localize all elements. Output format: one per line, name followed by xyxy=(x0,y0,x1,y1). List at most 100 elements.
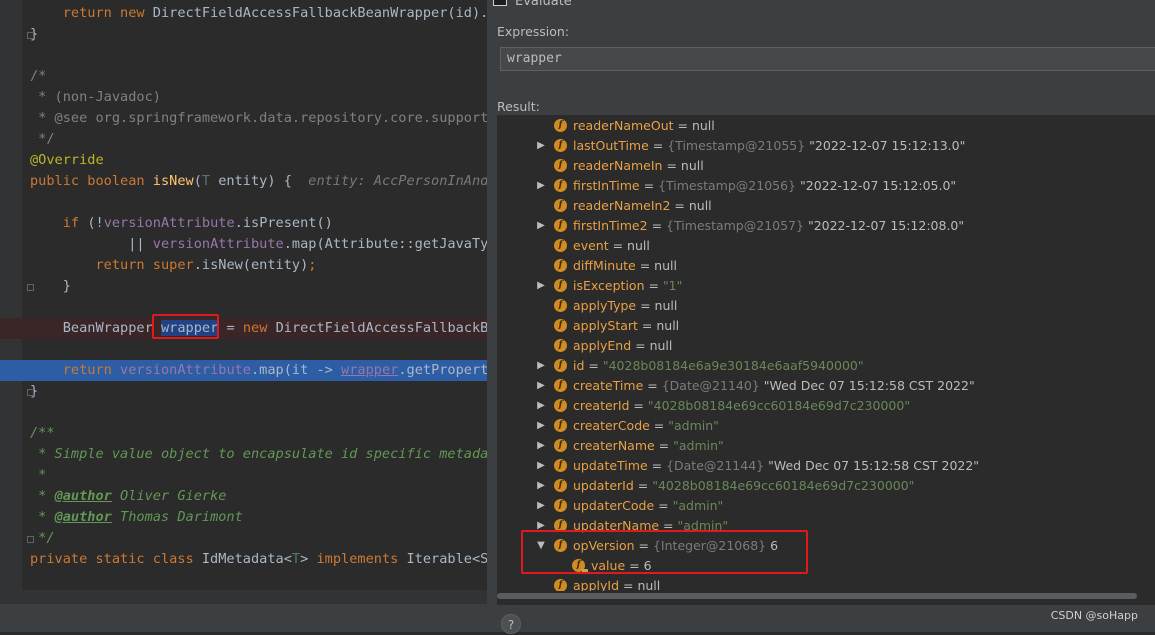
code-editor[interactable]: return new DirectFieldAccessFallbackBean… xyxy=(0,0,487,632)
field-value: "2022-12-07 15:12:13.0" xyxy=(809,138,966,153)
field-icon: f xyxy=(554,279,567,292)
dialog-title: Evaluate xyxy=(515,0,572,9)
tree-row-text: applyType = null xyxy=(573,296,677,316)
tree-row-updateTime[interactable]: ▶ f updateTime = {Date@21144} "Wed Dec 07 … xyxy=(497,456,1155,476)
tree-row-createrCode[interactable]: ▶ f createrCode = "admin" xyxy=(497,416,1155,436)
tree-row-diffMinute[interactable]: f diffMinute = null xyxy=(497,256,1155,276)
code-line[interactable] xyxy=(0,339,487,360)
code-line[interactable]: /** xyxy=(0,423,487,444)
field-icon: f xyxy=(554,139,567,152)
field-name: createrCode xyxy=(573,418,650,433)
code-line[interactable]: * @author Thomas Darimont xyxy=(0,507,487,528)
code-line[interactable]: * @see org.springframework.data.reposito… xyxy=(0,108,487,129)
help-button[interactable]: ? xyxy=(501,614,521,634)
code-token: .getProperty xyxy=(398,362,487,378)
expand-arrow-icon[interactable]: ▶ xyxy=(535,456,547,476)
tree-row-text: firstInTime = {Timestamp@21056} "2022-12… xyxy=(573,176,956,196)
code-line[interactable]: || versionAttribute.map(Attribute::getJa… xyxy=(0,234,487,255)
equals-sign: = xyxy=(584,358,603,373)
code-line[interactable] xyxy=(0,45,487,66)
code-token: ; xyxy=(308,257,317,273)
expand-arrow-icon[interactable]: ▶ xyxy=(535,416,547,436)
field-value: "admin" xyxy=(672,498,724,513)
tree-row-createTime[interactable]: ▶ f createTime = {Date@21140} "Wed Dec 07 … xyxy=(497,376,1155,396)
tree-row-updaterCode[interactable]: ▶ f updaterCode = "admin" xyxy=(497,496,1155,516)
code-line[interactable]: */ xyxy=(0,528,487,549)
field-name: createTime xyxy=(573,378,644,393)
field-icon: f xyxy=(554,259,567,272)
code-token[interactable]: wrapper xyxy=(341,362,398,378)
fold-marker-icon[interactable] xyxy=(27,284,34,291)
expand-arrow-icon[interactable]: ▶ xyxy=(535,436,547,456)
code-line[interactable] xyxy=(0,192,487,213)
code-line-text: /* xyxy=(30,66,46,87)
tree-row-isException[interactable]: ▶ f isException = "1" xyxy=(497,276,1155,296)
expand-arrow-icon[interactable]: ▶ xyxy=(535,476,547,496)
code-line[interactable]: public boolean isNew(T entity) { entity:… xyxy=(0,171,487,192)
code-line[interactable]: return new DirectFieldAccessFallbackBean… xyxy=(0,3,487,24)
tree-row-firstInTime2[interactable]: ▶ f firstInTime2 = {Timestamp@21057} "2022… xyxy=(497,216,1155,236)
code-line[interactable]: } xyxy=(0,24,487,45)
expand-arrow-icon[interactable]: ▶ xyxy=(535,276,547,296)
code-line[interactable]: /* xyxy=(0,66,487,87)
fold-marker-icon[interactable] xyxy=(27,536,34,543)
code-line[interactable]: return super.isNew(entity); xyxy=(0,255,487,276)
tree-row-firstInTime[interactable]: ▶ f firstInTime = {Timestamp@21056} "2022-… xyxy=(497,176,1155,196)
code-token: > xyxy=(300,551,317,567)
tree-row-readerNameIn2[interactable]: f readerNameIn2 = null xyxy=(497,196,1155,216)
expand-arrow-icon[interactable]: ▶ xyxy=(535,176,547,196)
expression-input[interactable]: wrapper xyxy=(500,47,1155,71)
code-line[interactable]: if (!versionAttribute.isPresent() xyxy=(0,213,487,234)
expand-arrow-icon[interactable]: ▶ xyxy=(535,396,547,416)
code-line[interactable]: * Simple value object to encapsulate id … xyxy=(0,444,487,465)
field-value: null xyxy=(688,198,712,213)
fold-marker-icon[interactable] xyxy=(27,389,34,396)
scrollbar-thumb[interactable] xyxy=(497,593,1137,599)
tree-row-updaterId[interactable]: ▶ f updaterId = "4028b08184e69cc60184e69d7… xyxy=(497,476,1155,496)
fold-marker-icon[interactable] xyxy=(27,32,34,39)
expand-arrow-icon[interactable]: ▶ xyxy=(535,496,547,516)
expand-arrow-icon[interactable]: ▶ xyxy=(535,376,547,396)
tree-row-createrName[interactable]: ▶ f createrName = "admin" xyxy=(497,436,1155,456)
code-token: BeanWrapper xyxy=(62,320,161,336)
code-line[interactable]: return versionAttribute.map(it -> wrappe… xyxy=(0,360,487,381)
tree-row-lastOutTime[interactable]: ▶ f lastOutTime = {Timestamp@21055} "2022-… xyxy=(497,136,1155,156)
tree-row-applyStart[interactable]: f applyStart = null xyxy=(497,316,1155,336)
code-line[interactable]: } xyxy=(0,381,487,402)
code-line[interactable] xyxy=(0,297,487,318)
expand-arrow-icon[interactable]: ▶ xyxy=(535,136,547,156)
field-value: "Wed Dec 07 15:12:58 CST 2022" xyxy=(763,378,975,393)
code-line[interactable]: */ xyxy=(0,129,487,150)
tree-row-readerNameOut[interactable]: f readerNameOut = null xyxy=(497,116,1155,136)
code-line[interactable]: * xyxy=(0,465,487,486)
tree-row-id[interactable]: ▶ f id = "4028b08184e6a9e30184e6aaf5940000… xyxy=(497,356,1155,376)
code-line[interactable]: @Override xyxy=(0,150,487,171)
field-name: applyType xyxy=(573,298,637,313)
editor-horizontal-scrollbar[interactable] xyxy=(0,590,487,604)
code-line[interactable] xyxy=(0,402,487,423)
field-name: firstInTime2 xyxy=(573,218,648,233)
tree-row-readerNameIn[interactable]: f readerNameIn = null xyxy=(497,156,1155,176)
tree-row-createrId[interactable]: ▶ f createrId = "4028b08184e69cc60184e69d7… xyxy=(497,396,1155,416)
code-line[interactable]: * (non-Javadoc) xyxy=(0,87,487,108)
expand-arrow-icon[interactable]: ▶ xyxy=(535,216,547,236)
tree-row-applyEnd[interactable]: f applyEnd = null xyxy=(497,336,1155,356)
code-line[interactable] xyxy=(0,570,487,591)
object-ref: {Timestamp@21057} xyxy=(666,218,804,233)
code-line[interactable]: } xyxy=(0,276,487,297)
expand-arrow-icon[interactable]: ▶ xyxy=(535,356,547,376)
code-token: T xyxy=(201,173,219,189)
dialog-titlebar[interactable]: Evaluate xyxy=(487,0,1155,10)
tree-row-applyType[interactable]: f applyType = null xyxy=(497,296,1155,316)
code-line[interactable]: private static class IdMetadata<T> imple… xyxy=(0,549,487,570)
code-line[interactable]: * @author Oliver Gierke xyxy=(0,486,487,507)
code-line[interactable]: BeanWrapper wrapper = new DirectFieldAcc… xyxy=(0,318,487,339)
field-value: "2022-12-07 15:12:08.0" xyxy=(807,218,965,233)
tree-row-event[interactable]: f event = null xyxy=(497,236,1155,256)
code-token: */ xyxy=(30,131,55,147)
result-tree-scrollbar[interactable] xyxy=(497,591,1155,600)
code-token: ( xyxy=(193,173,202,189)
